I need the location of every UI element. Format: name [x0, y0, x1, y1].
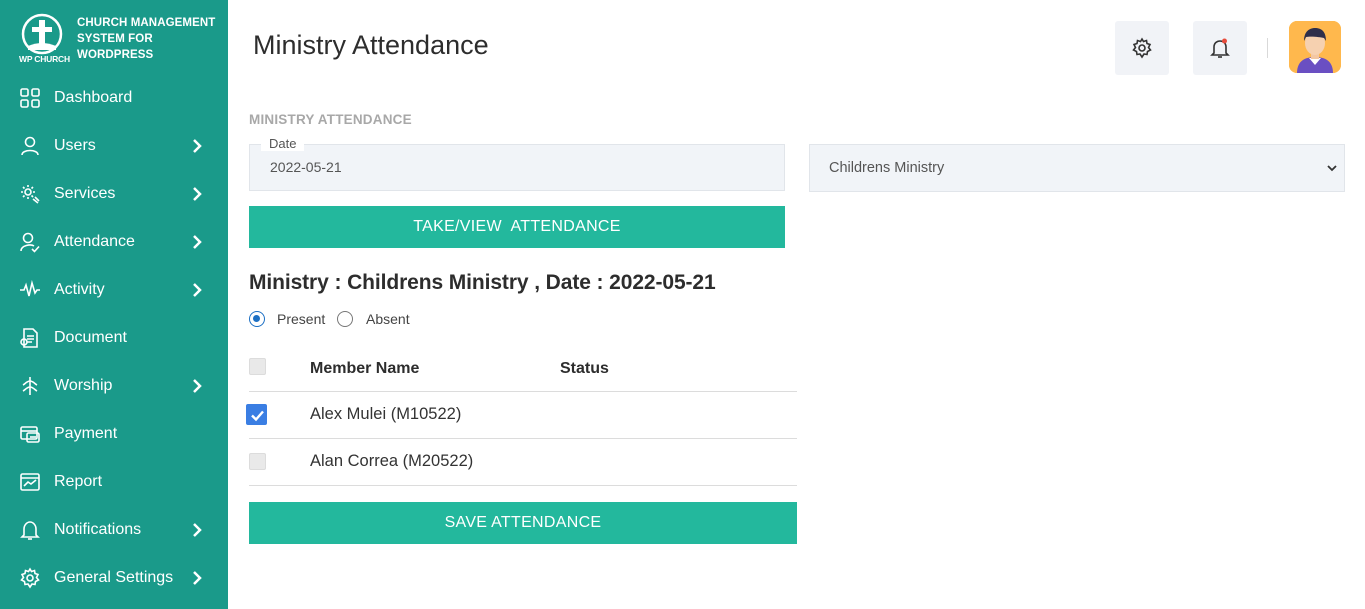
sidebar-item-label: Report	[54, 473, 103, 490]
brand-line-1: CHURCH MANAGEMENT	[77, 17, 216, 29]
attendance-heading: Ministry : Childrens Ministry , Date : 2…	[249, 271, 716, 294]
brand-line-2: SYSTEM FOR	[77, 33, 153, 45]
worship-icon	[22, 377, 38, 395]
user-icon	[21, 136, 39, 156]
brand-line-3: WORDPRESS	[77, 49, 154, 61]
save-attendance-button[interactable]: SAVE ATTENDANCE	[249, 502, 797, 544]
chevron-right-icon	[193, 283, 202, 297]
header-divider	[1267, 38, 1268, 58]
member-checkbox[interactable]	[246, 404, 267, 425]
sidebar-item-label: Services	[54, 185, 116, 202]
payment-icon	[20, 426, 40, 443]
bell-icon	[1210, 38, 1230, 58]
activity-icon	[20, 279, 40, 297]
ministry-select-value: Childrens Ministry	[829, 160, 945, 176]
sidebar-item-users[interactable]: Users	[0, 122, 228, 170]
sidebar-item-label: Worship	[54, 377, 113, 394]
document-icon	[20, 328, 38, 348]
chevron-right-icon	[193, 139, 202, 153]
present-radio[interactable]	[249, 311, 265, 327]
sidebar-item-label: Dashboard	[54, 89, 133, 106]
chevron-right-icon	[193, 523, 202, 537]
sidebar-item-label: Attendance	[54, 233, 135, 250]
chevron-right-icon	[193, 571, 202, 585]
column-header-status: Status	[560, 360, 609, 377]
absent-radio[interactable]	[337, 311, 353, 327]
date-label: Date	[261, 136, 305, 151]
gear-icon	[20, 567, 40, 589]
notifications-button[interactable]	[1193, 21, 1247, 75]
date-value[interactable]: 2022-05-21	[270, 159, 342, 175]
sidebar-item-report[interactable]: Report	[0, 458, 228, 506]
sidebar-item-document[interactable]: Document	[0, 314, 228, 362]
sidebar-item-dashboard[interactable]: Dashboard	[0, 74, 228, 122]
sidebar-item-general-settings[interactable]: General Settings	[0, 554, 228, 602]
sidebar-item-label: Users	[54, 137, 96, 154]
report-icon	[20, 473, 40, 491]
user-avatar-icon	[1289, 21, 1341, 73]
page-title: Ministry Attendance	[253, 30, 489, 60]
sidebar-item-label: Payment	[54, 425, 118, 442]
user-avatar[interactable]	[1289, 21, 1341, 73]
select-all-checkbox[interactable]	[249, 358, 266, 375]
sidebar-item-label: Notifications	[54, 521, 142, 538]
absent-radio-label: Absent	[366, 311, 410, 327]
table-header-row: Member Name Status	[249, 344, 797, 392]
table-row: Alex Mulei (M10522)	[246, 392, 797, 439]
logo-label: WP CHURCH	[19, 54, 70, 64]
section-label: MINISTRY ATTENDANCE	[249, 112, 412, 127]
sidebar-item-notifications[interactable]: Notifications	[0, 506, 228, 554]
column-header-member-name: Member Name	[310, 360, 420, 377]
member-checkbox[interactable]	[249, 453, 266, 470]
attendance-icon	[20, 232, 40, 253]
sidebar-item-payment[interactable]: Payment	[0, 410, 228, 458]
gear-icon	[1132, 37, 1152, 59]
sidebar-item-label: General Settings	[54, 569, 174, 586]
sidebar-item-attendance[interactable]: Attendance	[0, 218, 228, 266]
attendance-table: Member Name Status Alex Mulei (M10522) A…	[246, 344, 797, 486]
chevron-right-icon	[193, 187, 202, 201]
sidebar-item-label: Document	[54, 329, 127, 346]
table-row: Alan Correa (M20522)	[249, 439, 797, 486]
present-radio-label: Present	[277, 311, 326, 327]
settings-button[interactable]	[1115, 21, 1169, 75]
sidebar-item-label: Activity	[54, 281, 105, 298]
sidebar: WP CHURCH CHURCH MANAGEMENT SYSTEM FOR W…	[0, 0, 228, 609]
sidebar-item-activity[interactable]: Activity	[0, 266, 228, 314]
ministry-select[interactable]: Childrens Ministry	[809, 144, 1345, 192]
brand-name: CHURCH MANAGEMENT SYSTEM FOR WORDPRESS	[77, 15, 215, 63]
brand[interactable]: WP CHURCH CHURCH MANAGEMENT SYSTEM FOR W…	[18, 12, 218, 68]
member-name: Alex Mulei (M10522)	[310, 405, 462, 423]
dashboard-icon	[20, 88, 40, 108]
chevron-right-icon	[193, 379, 202, 393]
sidebar-item-services[interactable]: Services	[0, 170, 228, 218]
chevron-down-icon	[1327, 165, 1337, 172]
sidebar-nav: Dashboard Users Services Attendance Acti…	[0, 74, 228, 602]
member-name: Alan Correa (M20522)	[310, 452, 474, 470]
services-icon	[21, 185, 40, 204]
chevron-right-icon	[193, 235, 202, 249]
sidebar-item-worship[interactable]: Worship	[0, 362, 228, 410]
take-view-attendance-button[interactable]: TAKE/VIEW ATTENDANCE	[249, 206, 785, 248]
checkmark-icon	[251, 410, 264, 422]
bell-icon	[20, 521, 40, 540]
